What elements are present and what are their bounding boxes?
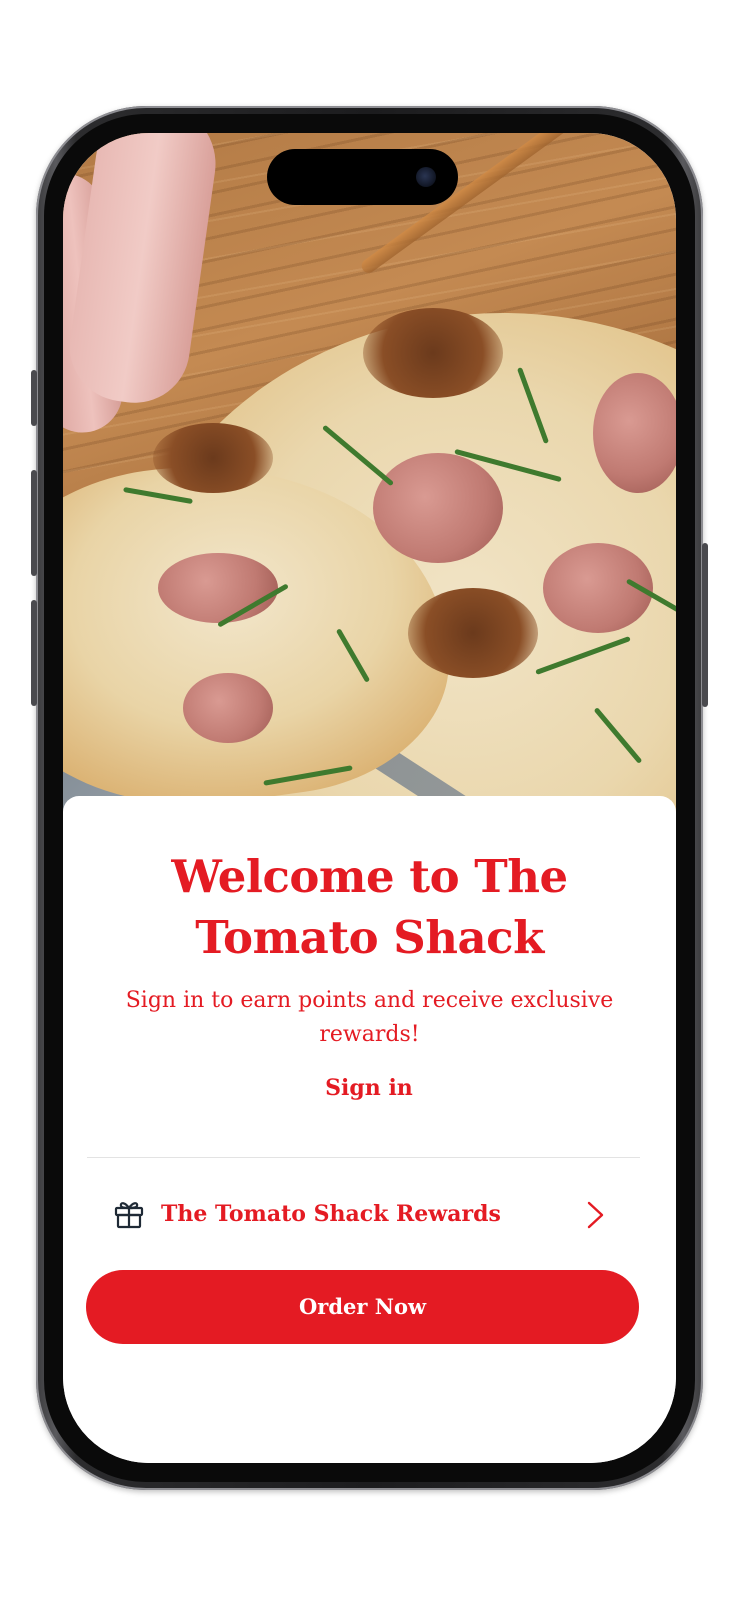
welcome-subtitle: Sign in to earn points and receive exclu…: [125, 988, 614, 1047]
hero-pizza-image: [63, 133, 676, 833]
topping: [408, 588, 538, 678]
power-button: [702, 543, 708, 707]
app-screen: Welcome to The Tomato Shack Sign in to e…: [63, 133, 676, 1463]
rewards-label: The Tomato Shack Rewards: [161, 1201, 501, 1227]
topping: [183, 673, 273, 743]
sign-in-link[interactable]: Sign in: [269, 1072, 469, 1104]
topping: [593, 373, 676, 493]
action-button: [31, 370, 37, 426]
order-now-button[interactable]: Order Now: [86, 1270, 639, 1344]
gift-icon: [114, 1202, 144, 1229]
dynamic-island: [267, 149, 458, 205]
chevron-right-icon: [587, 1201, 604, 1229]
device-mockup: Welcome to The Tomato Shack Sign in to e…: [0, 0, 739, 1600]
topping: [363, 308, 503, 398]
welcome-title: Welcome to The Tomato Shack: [171, 850, 568, 964]
rewards-row[interactable]: The Tomato Shack Rewards: [87, 1188, 640, 1242]
topping: [153, 423, 273, 493]
divider: [87, 1157, 640, 1158]
topping: [373, 453, 503, 563]
volume-down-button: [31, 600, 37, 706]
topping: [158, 553, 278, 623]
camera-lens: [416, 167, 436, 187]
volume-up-button: [31, 470, 37, 576]
welcome-card: Welcome to The Tomato Shack Sign in to e…: [63, 796, 676, 1463]
